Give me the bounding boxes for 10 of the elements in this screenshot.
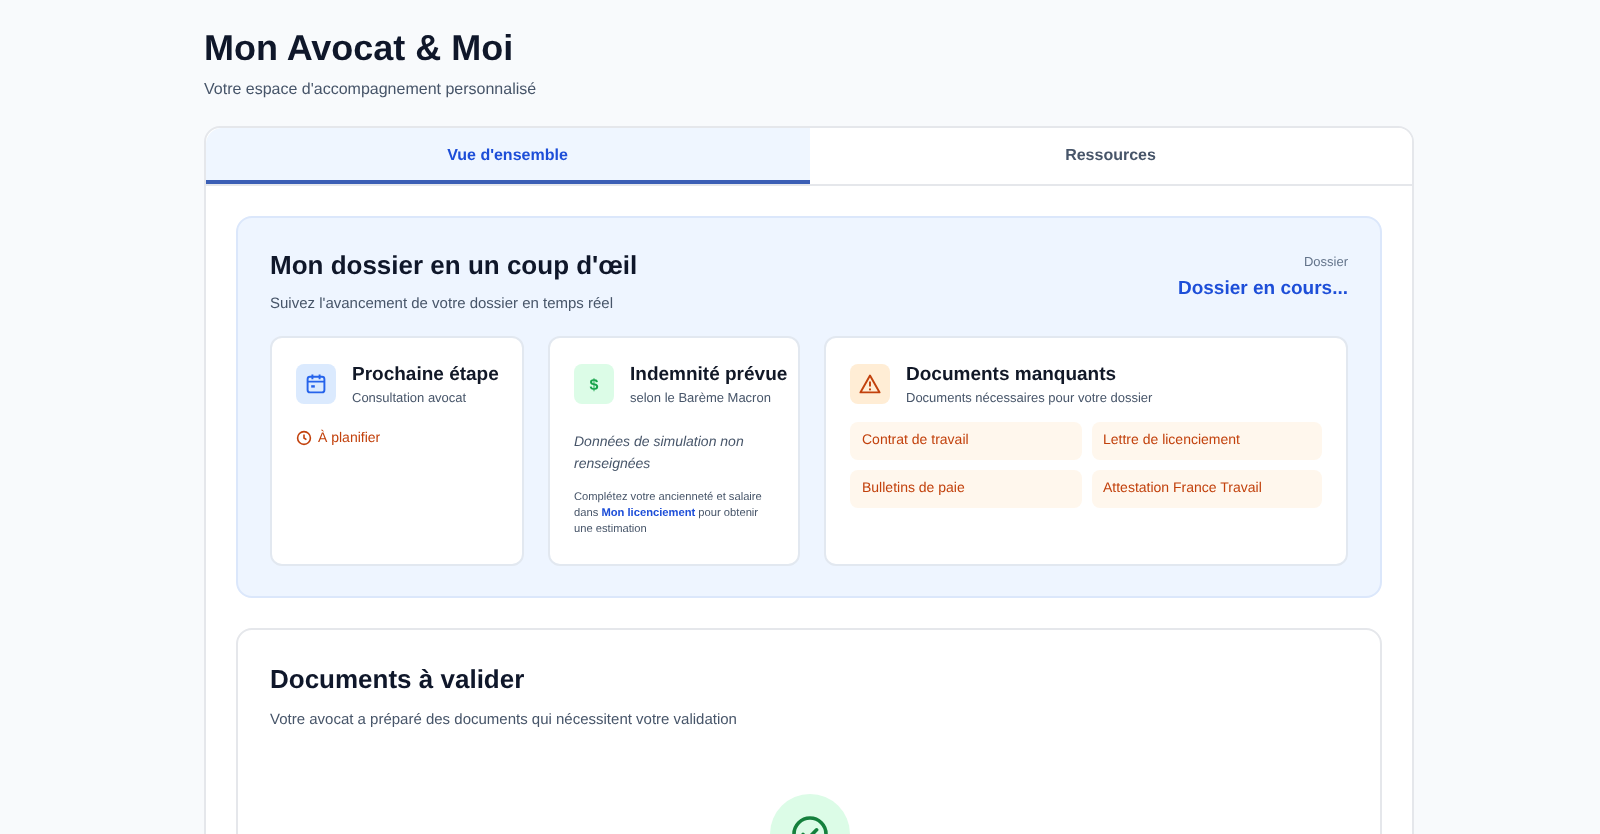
card-title: Documents manquants — [906, 364, 1119, 386]
page-subtitle: Votre espace d'accompagnement personnalisé — [204, 80, 539, 98]
card-title: Prochaine étape — [352, 364, 499, 386]
dollar-icon: $ — [574, 364, 614, 404]
dossier-status: Dossier en cours... — [1177, 278, 1348, 300]
page-title: Mon Avocat & Moi — [204, 28, 516, 70]
tab[interactable]: Vue d'ensemble — [206, 128, 809, 184]
card-title: Indemnité prévue — [630, 364, 788, 386]
section-title: Mon dossier en un coup d'œil — [270, 250, 638, 280]
section-title: Documents à valider — [270, 664, 527, 695]
